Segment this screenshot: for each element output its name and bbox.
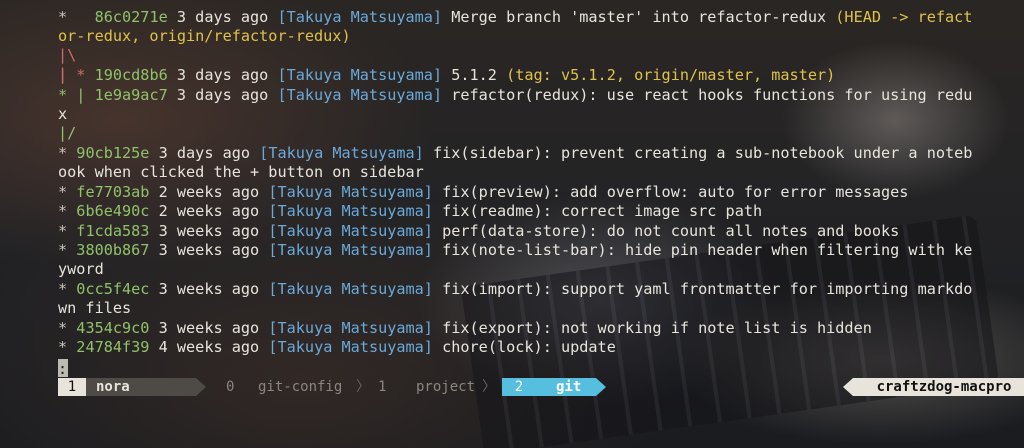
commit-time: 3 weeks ago xyxy=(158,241,260,259)
commit-message: 5.1.2 xyxy=(451,66,497,84)
log-entry: * 6b6e490c 2 weeks ago [Takuya Matsuyama… xyxy=(58,202,980,222)
commit-hash: fe7703ab xyxy=(76,183,150,201)
window-tab-nora[interactable]: nora xyxy=(86,378,196,396)
commit-message: refactor(redux): use react hooks functio… xyxy=(451,86,973,104)
log-entry: * 90cb125e 3 days ago [Takuya Matsuyama]… xyxy=(58,144,980,164)
graph-marker: * xyxy=(58,183,77,201)
commit-author: [Takuya Matsuyama] xyxy=(268,183,433,201)
commit-refs: (tag: v5.1.2, origin/master, master) xyxy=(506,66,836,84)
commit-message: fix(sidebar): prevent creating a sub-not… xyxy=(432,144,973,162)
commit-time: 3 days ago xyxy=(176,8,269,26)
log-entry: * fe7703ab 2 weeks ago [Takuya Matsuyama… xyxy=(58,183,980,203)
commit-message: fix(export): not working if note list is… xyxy=(442,319,872,337)
log-entry: * 0cc5f4ec 3 weeks ago [Takuya Matsuyama… xyxy=(58,280,980,300)
separator-icon: 〉 xyxy=(482,379,496,395)
commit-hash: 24784f39 xyxy=(76,338,150,356)
graph-marker: * xyxy=(58,202,77,220)
commit-author: [Takuya Matsuyama] xyxy=(268,280,433,298)
commit-author: [Takuya Matsuyama] xyxy=(268,241,433,259)
commit-hash: 1e9a9ac7 xyxy=(94,86,168,104)
commit-author: [Takuya Matsuyama] xyxy=(268,319,433,337)
commit-time: 4 weeks ago xyxy=(158,338,260,356)
commit-author: [Takuya Matsuyama] xyxy=(277,86,443,104)
log-entry: | * 190cd8b6 3 days ago [Takuya Matsuyam… xyxy=(58,66,980,86)
commit-hash: f1cda583 xyxy=(76,222,150,240)
log-entry: * 3800b867 3 weeks ago [Takuya Matsuyama… xyxy=(58,241,980,261)
terminal-window: * 86c0271e 3 days ago [Takuya Matsuyama]… xyxy=(0,0,1024,448)
commit-time: 3 weeks ago xyxy=(158,222,260,240)
separator-icon: 〉 xyxy=(356,379,370,395)
commit-message: fix(import): support yaml frontmatter fo… xyxy=(442,280,973,298)
commit-message: chore(lock): update xyxy=(442,338,616,356)
commit-time: 3 days ago xyxy=(176,66,269,84)
wrapped-line: or-redux, origin/refactor-redux) xyxy=(58,27,351,45)
log-entry: * 24784f39 4 weeks ago [Takuya Matsuyama… xyxy=(58,338,980,358)
window-tab-git[interactable]: git xyxy=(536,378,596,396)
commit-message: perf(data-store): do not count all notes… xyxy=(442,222,900,240)
commit-hash: 3800b867 xyxy=(76,241,150,259)
window-tab-git-config[interactable]: git-config xyxy=(258,378,342,396)
window-index-active[interactable]: 2 xyxy=(502,378,536,396)
log-entry: * 4354c9c0 3 weeks ago [Takuya Matsuyama… xyxy=(58,319,980,339)
wrapped-line: x xyxy=(58,105,68,123)
powerline-arrow-icon xyxy=(596,378,606,396)
commit-hash: 0cc5f4ec xyxy=(76,280,150,298)
commit-hash: 6b6e490c xyxy=(76,202,150,220)
graph-marker: | * xyxy=(58,66,95,84)
commit-message: fix(preview): add overflow: auto for err… xyxy=(442,183,909,201)
wrapped-line: wn files xyxy=(58,299,132,317)
hostname-badge: craftzdog-macpro xyxy=(853,378,1024,396)
commit-hash: 4354c9c0 xyxy=(76,319,150,337)
powerline-arrow-icon xyxy=(196,378,206,396)
graph-marker: * xyxy=(58,319,77,337)
commit-time: 3 days ago xyxy=(158,144,251,162)
commit-time: 3 weeks ago xyxy=(158,280,260,298)
commit-hash: 86c0271e xyxy=(94,8,168,26)
graph-marker: * | xyxy=(58,86,95,104)
commit-time: 3 weeks ago xyxy=(158,319,260,337)
powerline-arrow-icon xyxy=(843,378,853,396)
commit-refs: (HEAD -> refact xyxy=(835,8,973,26)
commit-message: fix(note-list-bar): hide pin header when… xyxy=(442,241,973,259)
pager-prompt: : xyxy=(58,360,68,378)
window-index[interactable]: 0 xyxy=(226,378,234,396)
commit-time: 2 weeks ago xyxy=(158,183,260,201)
graph-marker: * xyxy=(58,280,77,298)
graph-marker: * xyxy=(58,241,77,259)
commit-time: 2 weeks ago xyxy=(158,202,260,220)
log-entry: * 86c0271e 3 days ago [Takuya Matsuyama]… xyxy=(58,8,980,28)
commit-time: 3 days ago xyxy=(176,86,269,104)
commit-author: [Takuya Matsuyama] xyxy=(277,66,443,84)
commit-message: fix(readme): correct image src path xyxy=(442,202,763,220)
log-entry: * f1cda583 3 weeks ago [Takuya Matsuyama… xyxy=(58,222,980,242)
commit-author: [Takuya Matsuyama] xyxy=(277,8,443,26)
commit-author: [Takuya Matsuyama] xyxy=(268,202,433,220)
commit-hash: 190cd8b6 xyxy=(94,66,168,84)
tmux-status-bar: 1 nora 0 git-config 〉 1 project 〉 2 git … xyxy=(58,378,1024,396)
commit-author: [Takuya Matsuyama] xyxy=(268,222,433,240)
commit-author: [Takuya Matsuyama] xyxy=(268,338,433,356)
commit-author: [Takuya Matsuyama] xyxy=(259,144,424,162)
window-index[interactable]: 1 xyxy=(378,378,386,396)
wrapped-line: yword xyxy=(58,260,104,278)
graph-line: |\ xyxy=(58,46,77,64)
commit-message: Merge branch 'master' into refactor-redu… xyxy=(451,8,827,26)
graph-marker: * xyxy=(58,144,77,162)
graph-marker: * xyxy=(58,338,77,356)
graph-marker: * xyxy=(58,222,77,240)
window-tab-project[interactable]: project xyxy=(416,378,475,396)
window-index[interactable]: 1 xyxy=(58,378,86,396)
log-entry: * | 1e9a9ac7 3 days ago [Takuya Matsuyam… xyxy=(58,86,980,106)
graph-marker: * xyxy=(58,8,95,26)
wrapped-line: ook when clicked the + button on sidebar xyxy=(58,163,424,181)
commit-hash: 90cb125e xyxy=(76,144,150,162)
graph-line: |/ xyxy=(58,124,77,142)
